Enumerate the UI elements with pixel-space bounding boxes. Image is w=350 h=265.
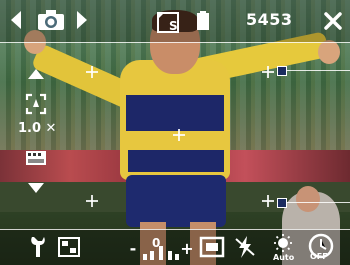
marker-line bbox=[284, 202, 350, 203]
minus-button[interactable]: - bbox=[126, 238, 140, 258]
sd-card-icon: S bbox=[156, 10, 182, 34]
focus-point bbox=[86, 195, 98, 207]
svg-text:S: S bbox=[169, 19, 178, 33]
marker-square bbox=[277, 198, 287, 208]
marker-line bbox=[284, 70, 350, 71]
focus-point bbox=[86, 66, 98, 78]
shots-remaining: 5453 bbox=[246, 10, 293, 29]
zoom-level: 1.0 ✕ bbox=[18, 121, 57, 136]
exposure-value: 0 bbox=[152, 236, 161, 250]
chevron-left-icon[interactable] bbox=[4, 8, 28, 32]
focus-point-center bbox=[173, 129, 185, 141]
frame-icon[interactable] bbox=[198, 234, 226, 260]
focus-point bbox=[262, 195, 274, 207]
marker-square bbox=[277, 66, 287, 76]
plus-label: + bbox=[180, 238, 194, 258]
camera-icon[interactable] bbox=[36, 8, 66, 32]
wrench-icon[interactable] bbox=[26, 234, 50, 260]
focus-frame-icon[interactable] bbox=[24, 92, 48, 116]
svg-text:OFF: OFF bbox=[310, 252, 328, 261]
bottom-divider bbox=[0, 229, 350, 230]
scene-icon[interactable] bbox=[56, 234, 82, 260]
flash-off-icon[interactable] bbox=[232, 234, 258, 260]
triangle-down-icon[interactable] bbox=[24, 180, 48, 196]
battery-icon bbox=[194, 10, 212, 32]
close-icon[interactable] bbox=[322, 10, 344, 32]
camera-hud: S 5453 1.0 ✕ - 0 + Auto OFF bbox=[0, 0, 350, 265]
film-icon[interactable] bbox=[24, 148, 48, 168]
white-balance-auto-icon[interactable]: Auto bbox=[268, 232, 298, 262]
triangle-up-icon[interactable] bbox=[24, 66, 48, 82]
svg-text:Auto: Auto bbox=[273, 253, 295, 261]
exposure-scale-icon bbox=[140, 242, 182, 260]
plus-button[interactable]: + bbox=[180, 238, 194, 258]
timer-off-icon[interactable]: OFF bbox=[306, 232, 336, 262]
top-divider bbox=[0, 42, 350, 43]
chevron-right-icon[interactable] bbox=[70, 8, 94, 32]
camera-viewfinder: S 5453 1.0 ✕ - 0 + Auto OFF bbox=[0, 0, 350, 265]
minus-label: - bbox=[129, 238, 137, 258]
focus-point bbox=[262, 66, 274, 78]
